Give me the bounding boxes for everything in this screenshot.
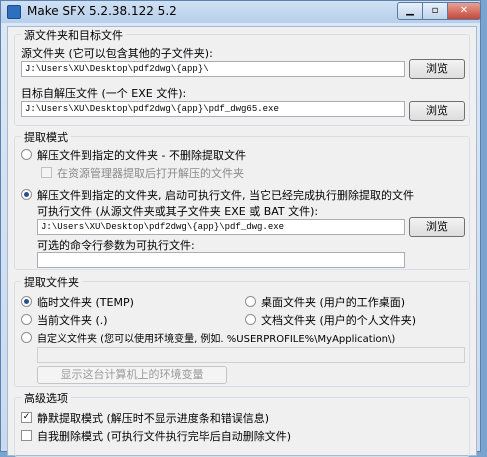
window: Make SFX 5.2.38.122 5.2 ▁ ▫ ✕ 源文件夹和目标文件 …	[0, 0, 481, 457]
temp-folder-label[interactable]: 临时文件夹 (TEMP)	[37, 294, 134, 310]
open-folder-checkbox[interactable]	[41, 167, 52, 178]
minimize-icon: ▁	[406, 5, 414, 16]
exe-file-label: 可执行文件 (从源文件夹或其子文件夹 EXE 或 BAT 文件):	[37, 205, 319, 218]
group-title: 高级选项	[21, 390, 71, 406]
documents-folder-label[interactable]: 文档文件夹 (用户的个人文件夹)	[261, 312, 416, 328]
silent-mode-label[interactable]: 静默提取模式 (解压时不显示进度条和错误信息)	[37, 410, 269, 426]
check-icon: ✓	[22, 412, 31, 422]
show-env-vars-button[interactable]: 显示这台计算机上的环境变量	[37, 366, 227, 384]
window-title: Make SFX 5.2.38.122 5.2	[27, 4, 177, 18]
group-title: 源文件夹和目标文件	[21, 27, 126, 43]
extract-keep-radio[interactable]	[21, 149, 32, 160]
second-option-label[interactable]: 自我删除模式 (可执行文件执行完毕后自动删除文件)	[37, 428, 291, 444]
extract-run-delete-label[interactable]: 解压文件到指定的文件夹, 启动可执行文件, 当它已经完成执行删除提取的文件	[37, 187, 414, 203]
extract-run-delete-radio[interactable]	[21, 189, 32, 200]
silent-mode-checkbox[interactable]: ✓	[21, 412, 32, 423]
current-folder-label[interactable]: 当前文件夹 (.)	[37, 312, 108, 328]
target-file-input[interactable]: J:\Users\XU\Desktop\pdf2dwg\{app}\pdf_dw…	[21, 101, 405, 117]
maximize-button[interactable]: ▫	[422, 2, 448, 20]
custom-folder-input[interactable]	[37, 347, 465, 363]
source-folder-label: 源文件夹 (它可以包含其他的子文件夹):	[21, 47, 213, 60]
advanced-options-group: 高级选项 ✓ 静默提取模式 (解压时不显示进度条和错误信息) 自我删除模式 (可…	[14, 390, 470, 457]
close-icon: ✕	[459, 5, 469, 16]
source-target-group: 源文件夹和目标文件 源文件夹 (它可以包含其他的子文件夹): J:\Users\…	[14, 27, 470, 126]
extract-mode-group: 提取模式 解压文件到指定的文件夹 - 不删除提取文件 在资源管理器提取后打开解压…	[14, 129, 470, 270]
source-folder-input[interactable]: J:\Users\XU\Desktop\pdf2dwg\{app}\	[21, 61, 405, 77]
params-input[interactable]	[37, 252, 405, 268]
custom-folder-label[interactable]: 自定义文件夹 (您可以使用环境变量, 例如. %USERPROFILE%\MyA…	[37, 330, 395, 345]
open-folder-label: 在资源管理器提取后打开解压的文件夹	[57, 167, 244, 180]
dialog-client: 源文件夹和目标文件 源文件夹 (它可以包含其他的子文件夹): J:\Users\…	[7, 26, 477, 457]
second-option-checkbox[interactable]	[21, 430, 32, 441]
current-folder-radio[interactable]	[21, 314, 32, 325]
exe-file-input[interactable]: J:\Users\XU\Desktop\pdf2dwg\{app}\pdf_dw…	[37, 219, 405, 235]
group-title: 提取文件夹	[21, 274, 82, 290]
maximize-icon: ▫	[431, 5, 439, 16]
group-title: 提取模式	[21, 129, 71, 145]
params-label: 可选的命令行参数为可执行文件:	[37, 239, 195, 252]
desktop-folder-radio[interactable]	[245, 296, 256, 307]
close-button[interactable]: ✕	[447, 2, 481, 20]
browse-exe-button[interactable]: 浏览	[409, 217, 465, 237]
minimize-button[interactable]: ▁	[397, 2, 423, 20]
title-bar[interactable]: Make SFX 5.2.38.122 5.2 ▁ ▫ ✕	[1, 1, 481, 23]
temp-folder-radio[interactable]	[21, 296, 32, 307]
extract-keep-label[interactable]: 解压文件到指定的文件夹 - 不删除提取文件	[37, 147, 246, 163]
documents-folder-radio[interactable]	[245, 314, 256, 325]
extract-folder-group: 提取文件夹 临时文件夹 (TEMP) 桌面文件夹 (用户的工作桌面) 当前文件夹…	[14, 274, 470, 387]
browse-source-button[interactable]: 浏览	[409, 59, 465, 79]
custom-folder-radio[interactable]	[21, 332, 32, 343]
target-file-label: 目标自解压文件 (一个 EXE 文件):	[21, 87, 187, 100]
browse-target-button[interactable]: 浏览	[409, 101, 465, 121]
app-icon	[7, 5, 21, 19]
desktop-folder-label[interactable]: 桌面文件夹 (用户的工作桌面)	[261, 294, 405, 310]
